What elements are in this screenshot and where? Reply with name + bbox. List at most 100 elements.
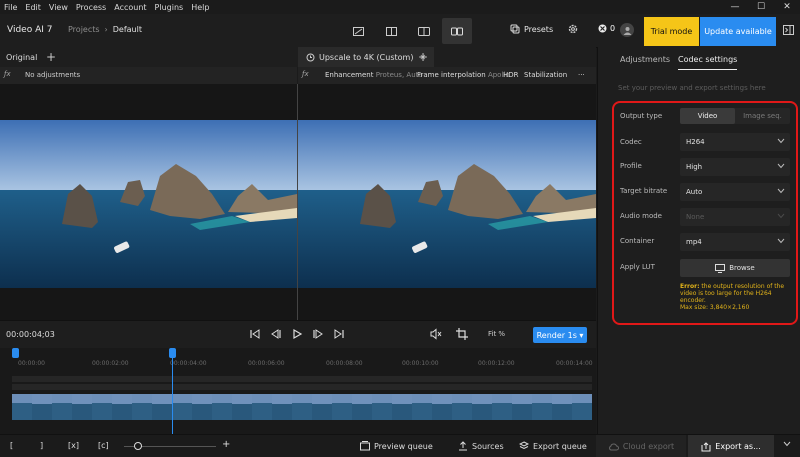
zoom-fit-dropdown[interactable]: Fit % bbox=[488, 330, 505, 338]
tab-original[interactable]: Original bbox=[6, 47, 37, 67]
avatar[interactable] bbox=[620, 23, 634, 37]
fx-icon[interactable]: ƒx bbox=[4, 70, 11, 78]
cut-button[interactable]: [c] bbox=[98, 441, 109, 450]
maximize-button[interactable]: ☐ bbox=[748, 0, 774, 14]
tab-codec-settings[interactable]: Codec settings bbox=[678, 55, 738, 70]
step-back-button[interactable] bbox=[270, 328, 282, 342]
stabilization-chip[interactable]: Stabilization bbox=[524, 71, 567, 79]
menu-view[interactable]: View bbox=[45, 3, 72, 12]
filmstrip-frame bbox=[412, 394, 432, 420]
hdr-chip[interactable]: HDR bbox=[503, 71, 519, 79]
view-single-button[interactable] bbox=[343, 18, 373, 44]
step-back-icon bbox=[271, 329, 281, 339]
view-dual-button[interactable] bbox=[442, 18, 472, 44]
menu-file[interactable]: File bbox=[0, 3, 21, 12]
filmstrip-frame bbox=[192, 394, 212, 420]
mute-button[interactable] bbox=[430, 328, 442, 342]
crop-button[interactable] bbox=[456, 328, 468, 342]
menu-process[interactable]: Process bbox=[72, 3, 110, 12]
add-tab-right-button[interactable]: + bbox=[418, 50, 428, 64]
menu-help[interactable]: Help bbox=[187, 3, 213, 12]
container-dropdown[interactable]: mp4 bbox=[680, 233, 790, 251]
credits-badge[interactable]: 0 bbox=[598, 24, 615, 33]
menu-edit[interactable]: Edit bbox=[21, 3, 45, 12]
minimize-button[interactable]: — bbox=[722, 0, 748, 14]
sources-button[interactable]: Sources bbox=[458, 441, 504, 451]
filmstrip-frame bbox=[552, 394, 572, 420]
preview-queue-icon bbox=[360, 441, 370, 451]
credits-count: 0 bbox=[610, 24, 616, 33]
play-button[interactable] bbox=[291, 328, 303, 342]
presets-button[interactable]: Presets bbox=[510, 24, 553, 34]
filmstrip-frame bbox=[272, 394, 292, 420]
playhead[interactable] bbox=[171, 348, 173, 434]
frame-interpolation-chip[interactable]: Frame interpolation Apollo bbox=[417, 71, 510, 79]
step-forward-button[interactable] bbox=[312, 328, 324, 342]
playhead-handle[interactable] bbox=[168, 348, 176, 358]
zoom-in-button[interactable]: + bbox=[222, 439, 230, 450]
output-image-seq-option[interactable]: Image seq. bbox=[735, 108, 790, 124]
target-bitrate-label: Target bitrate bbox=[620, 187, 668, 195]
render-preview-button[interactable]: Render 1s ▾ bbox=[533, 327, 587, 343]
menu-account[interactable]: Account bbox=[110, 3, 150, 12]
preview-tab-icon bbox=[306, 53, 315, 61]
breadcrumb-projects[interactable]: Projects bbox=[68, 25, 100, 34]
tab-preview[interactable]: Upscale to 4K (Custom) ✕ bbox=[298, 47, 435, 67]
update-available-button[interactable]: Update available bbox=[700, 17, 776, 46]
more-options-button[interactable]: ··· bbox=[578, 71, 585, 79]
dual-view-icon bbox=[451, 27, 463, 35]
menu-bar: File Edit View Process Account Plugins H… bbox=[0, 0, 800, 14]
fx-icon[interactable]: ƒx bbox=[302, 70, 309, 78]
cloud-export-button[interactable]: Cloud export bbox=[596, 435, 686, 457]
timeline[interactable]: 00:00:00 00:00:02:00 00:00:04:00 00:00:0… bbox=[0, 348, 596, 434]
in-point-marker[interactable] bbox=[12, 348, 19, 358]
sidebar-toggle-button[interactable] bbox=[783, 25, 794, 37]
ruler-tick: 00:00:08:00 bbox=[326, 360, 363, 367]
upload-icon bbox=[459, 441, 467, 451]
export-as-label: Export as... bbox=[715, 442, 761, 451]
filmstrip-frame bbox=[372, 394, 392, 420]
original-viewer[interactable] bbox=[0, 84, 297, 334]
filmstrip-frame bbox=[312, 394, 332, 420]
set-out-point-button[interactable]: ] bbox=[40, 441, 43, 450]
settings-button[interactable] bbox=[567, 23, 579, 37]
gear-icon bbox=[568, 24, 578, 34]
filmstrip-frame bbox=[232, 394, 252, 420]
clear-range-button[interactable]: [x] bbox=[68, 441, 79, 450]
view-split-button[interactable] bbox=[376, 18, 406, 44]
tab-adjustments[interactable]: Adjustments bbox=[620, 55, 670, 64]
set-in-point-button[interactable]: [ bbox=[10, 441, 13, 450]
add-tab-left-button[interactable]: + bbox=[46, 50, 56, 64]
chevron-down-icon bbox=[777, 238, 785, 244]
filmstrip-frame bbox=[12, 394, 32, 420]
title-bar: Video AI 7 Projects › Default Presets 0 … bbox=[0, 14, 800, 48]
menu-plugins[interactable]: Plugins bbox=[151, 3, 188, 12]
range-track[interactable] bbox=[12, 384, 592, 390]
close-button[interactable]: ✕ bbox=[774, 0, 800, 14]
audio-track[interactable] bbox=[12, 376, 592, 382]
filmstrip-frame bbox=[452, 394, 472, 420]
enhancement-chip[interactable]: Enhancement Proteus, Auto bbox=[325, 71, 423, 79]
timeline-ruler[interactable]: 00:00:00 00:00:02:00 00:00:04:00 00:00:0… bbox=[10, 360, 594, 370]
presets-label: Presets bbox=[524, 24, 554, 34]
codec-dropdown[interactable]: H264 bbox=[680, 133, 790, 151]
filmstrip-frame bbox=[32, 394, 52, 420]
target-bitrate-dropdown[interactable]: Auto bbox=[680, 183, 790, 201]
ruler-tick: 00:00:14:00 bbox=[556, 360, 593, 367]
browse-lut-button[interactable]: Browse bbox=[680, 259, 790, 277]
video-filmstrip[interactable] bbox=[12, 394, 592, 420]
preview-queue-button[interactable]: Preview queue bbox=[360, 441, 433, 451]
export-options-button[interactable] bbox=[783, 441, 791, 447]
go-to-end-button[interactable] bbox=[333, 328, 345, 342]
export-as-button[interactable]: Export as... bbox=[688, 435, 774, 457]
trial-mode-button[interactable]: Trial mode bbox=[644, 17, 699, 46]
preview-viewer[interactable] bbox=[298, 84, 596, 320]
timecode: 00:00:04;03 bbox=[6, 330, 55, 339]
timeline-zoom-handle[interactable] bbox=[134, 442, 142, 450]
profile-dropdown[interactable]: High bbox=[680, 158, 790, 176]
go-to-start-button[interactable] bbox=[249, 328, 261, 342]
chevron-down-icon bbox=[783, 441, 791, 447]
output-video-option[interactable]: Video bbox=[680, 108, 735, 124]
export-queue-button[interactable]: Export queue bbox=[519, 441, 587, 451]
view-side-by-side-button[interactable] bbox=[409, 18, 439, 44]
